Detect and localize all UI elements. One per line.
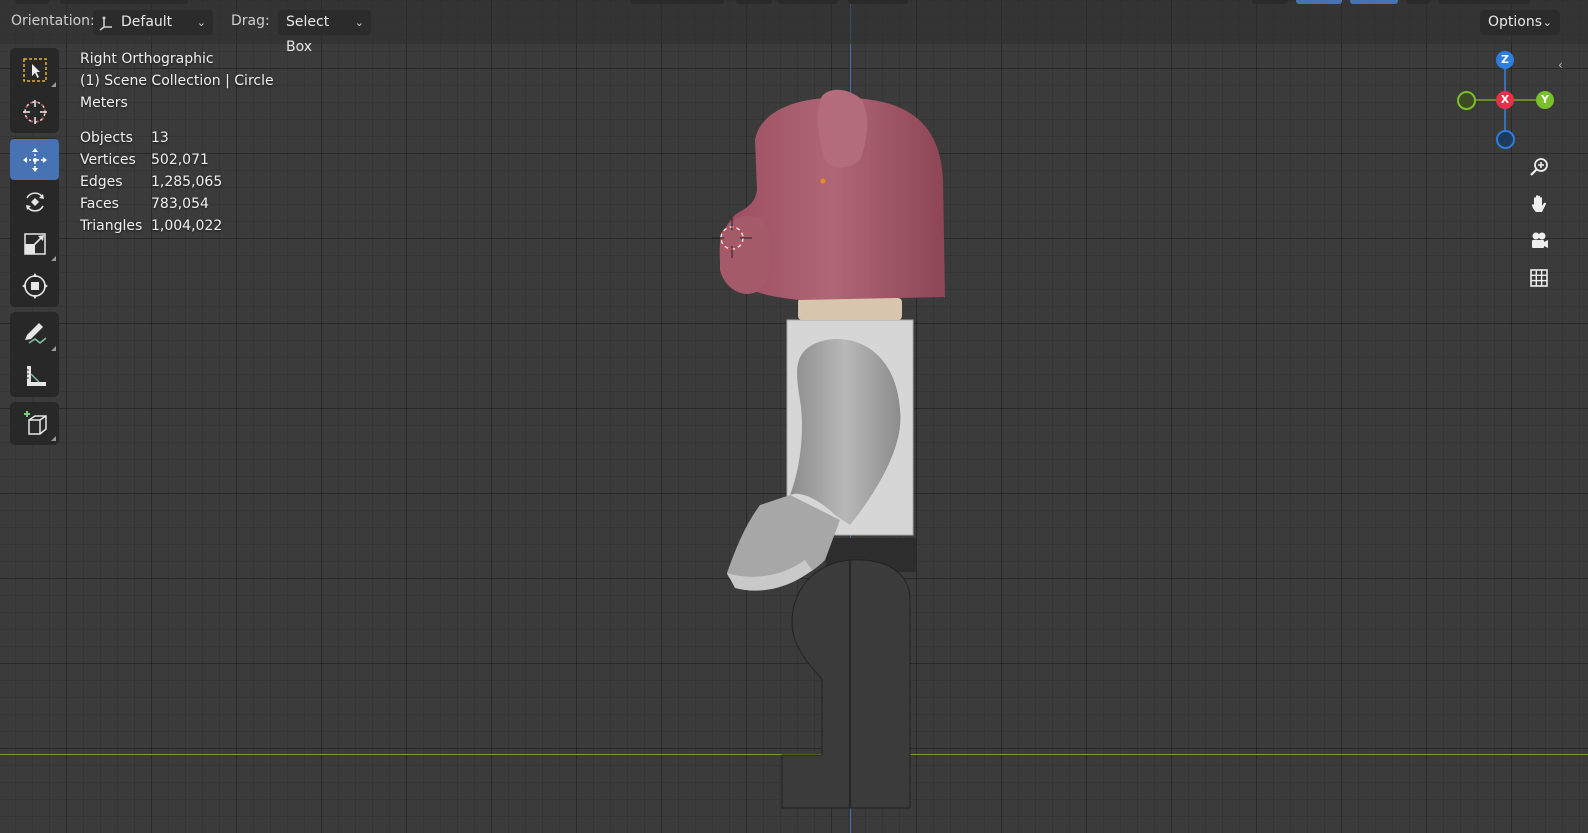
view-name: Right Orthographic bbox=[80, 51, 214, 67]
tool-group-select bbox=[10, 48, 59, 133]
stats-panel: Objects 13 Vertices 502,071 Edges 1,285,065… bbox=[80, 127, 274, 237]
stat-label: Objects bbox=[80, 130, 133, 146]
cursor-tool[interactable] bbox=[10, 91, 59, 132]
stat-row: Edges 1,285,065 bbox=[80, 171, 274, 193]
stat-label: Faces bbox=[80, 196, 119, 212]
stat-value: 502,071 bbox=[151, 152, 209, 168]
orientation-icon bbox=[99, 16, 112, 31]
scale-tool[interactable] bbox=[10, 223, 59, 264]
stat-label: Vertices bbox=[80, 152, 136, 168]
gizmo-neg-y-axis[interactable] bbox=[1457, 91, 1476, 110]
header-strip bbox=[15, 0, 49, 4]
options-button[interactable]: Options ⌄ bbox=[1480, 10, 1560, 35]
tool-group-transform bbox=[10, 138, 59, 307]
zoom-icon bbox=[1530, 158, 1548, 176]
neck bbox=[798, 298, 902, 320]
stat-value: 1,285,065 bbox=[151, 174, 223, 190]
select-box-tool[interactable] bbox=[10, 49, 59, 90]
orientation-value: Default bbox=[121, 14, 173, 30]
camera-icon bbox=[1532, 232, 1548, 248]
annotate-icon bbox=[24, 322, 47, 344]
drag-label: Drag: bbox=[231, 13, 270, 29]
tool-shelf bbox=[10, 48, 59, 450]
stat-value: 783,054 bbox=[151, 196, 209, 212]
grid-view-icon bbox=[1530, 269, 1548, 287]
pan-button[interactable] bbox=[1522, 187, 1556, 221]
minifigure-model[interactable] bbox=[700, 80, 960, 820]
viewport-info-overlay: Right Orthographic (1) Scene Collection … bbox=[80, 48, 274, 237]
tool-group-annotate bbox=[10, 312, 59, 397]
header-strip bbox=[1252, 0, 1288, 4]
header-strip bbox=[630, 0, 724, 4]
add-cube-tool[interactable] bbox=[10, 403, 59, 444]
collection-info: (1) Scene Collection | Circle bbox=[80, 73, 274, 89]
gizmo-x-axis[interactable]: X bbox=[1496, 91, 1514, 109]
pan-hand-icon bbox=[1532, 195, 1547, 212]
rotate-tool[interactable] bbox=[10, 181, 59, 222]
header-strip bbox=[60, 0, 188, 4]
measure-tool[interactable] bbox=[10, 355, 59, 396]
header-strip bbox=[848, 0, 908, 4]
scale-icon bbox=[23, 232, 46, 255]
legs bbox=[781, 538, 916, 809]
header-strip bbox=[1296, 0, 1342, 4]
stat-row: Triangles 1,004,022 bbox=[80, 215, 274, 237]
stat-value: 1,004,022 bbox=[151, 218, 223, 234]
stat-row: Objects 13 bbox=[80, 127, 274, 149]
rotate-icon bbox=[25, 191, 44, 212]
tool-group-add bbox=[10, 402, 59, 445]
header-strip bbox=[736, 0, 772, 4]
stat-label: Triangles bbox=[80, 218, 143, 234]
camera-view-button[interactable] bbox=[1522, 224, 1556, 258]
select-box-icon bbox=[22, 57, 47, 82]
header-strip bbox=[778, 0, 838, 4]
chevron-down-icon: ⌄ bbox=[1542, 16, 1552, 29]
stat-row: Faces 783,054 bbox=[80, 193, 274, 215]
gizmo-z-axis[interactable]: Z bbox=[1496, 51, 1514, 69]
annotate-tool[interactable] bbox=[10, 313, 59, 354]
orientation-dropdown[interactable]: Default ⌄ bbox=[93, 10, 213, 35]
navigation-gizmo[interactable]: Z X Y bbox=[1452, 48, 1562, 158]
stat-label: Edges bbox=[80, 174, 123, 190]
stat-value: 13 bbox=[151, 130, 169, 146]
move-icon bbox=[22, 147, 47, 172]
cursor-icon bbox=[22, 99, 47, 124]
zoom-button[interactable] bbox=[1522, 150, 1556, 184]
units-info: Meters bbox=[80, 95, 128, 111]
grid-view-button[interactable] bbox=[1522, 261, 1556, 295]
orientation-label: Orientation: bbox=[11, 13, 95, 29]
options-label: Options bbox=[1488, 14, 1543, 30]
gizmo-y-axis[interactable]: Y bbox=[1536, 91, 1554, 109]
chevron-down-icon: ⌄ bbox=[354, 16, 364, 29]
transform-icon bbox=[21, 272, 48, 299]
header-strip bbox=[1350, 0, 1398, 4]
head bbox=[719, 89, 945, 300]
submenu-indicator bbox=[51, 436, 56, 441]
move-tool[interactable] bbox=[10, 139, 59, 180]
stat-row: Vertices 502,071 bbox=[80, 149, 274, 171]
header-strip bbox=[1406, 0, 1430, 4]
drag-dropdown[interactable]: Select Box ⌄ bbox=[278, 10, 371, 55]
submenu-indicator bbox=[51, 82, 56, 87]
viewport-header: Orientation: Default ⌄ Drag: Select Box … bbox=[0, 0, 1588, 55]
measure-icon bbox=[26, 365, 46, 386]
gizmo-neg-z-axis[interactable] bbox=[1496, 130, 1515, 149]
chevron-down-icon: ⌄ bbox=[196, 16, 206, 29]
transform-tool[interactable] bbox=[10, 265, 59, 306]
submenu-indicator bbox=[51, 346, 56, 351]
add-cube-icon bbox=[23, 410, 47, 435]
header-strip bbox=[1438, 0, 1530, 4]
submenu-indicator bbox=[51, 256, 56, 261]
